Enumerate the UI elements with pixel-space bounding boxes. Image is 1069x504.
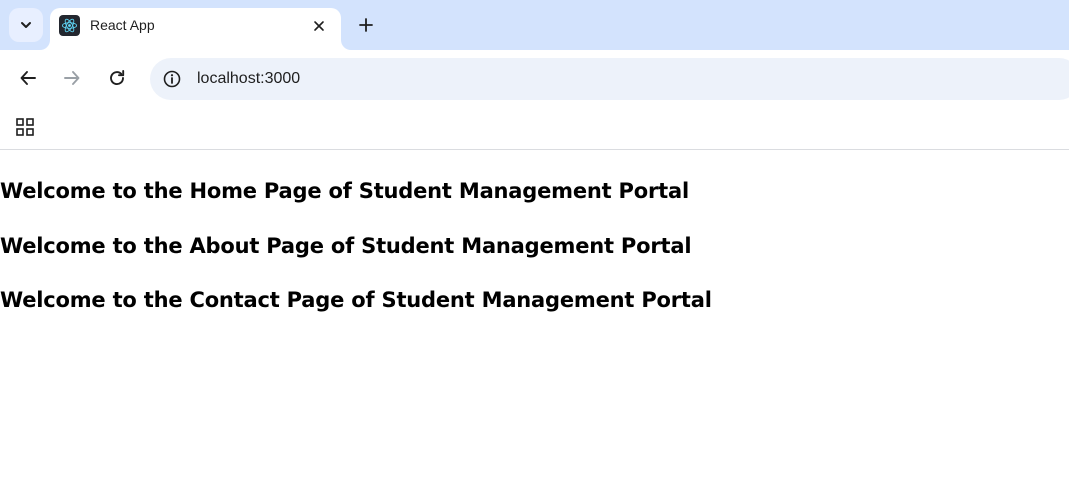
back-button[interactable] bbox=[12, 62, 44, 94]
reload-button[interactable] bbox=[101, 62, 133, 94]
info-icon bbox=[163, 70, 181, 88]
contact-heading: Welcome to the Contact Page of Student M… bbox=[0, 288, 712, 312]
arrow-right-icon bbox=[64, 71, 80, 85]
url-text: localhost:3000 bbox=[197, 70, 301, 87]
address-bar[interactable]: localhost:3000 bbox=[150, 58, 1069, 100]
tab-close-button[interactable] bbox=[309, 16, 329, 36]
bookmarks-bar bbox=[0, 106, 1069, 150]
tab-title: React App bbox=[90, 17, 155, 33]
plus-icon bbox=[359, 18, 373, 32]
browser-toolbar: localhost:3000 bbox=[0, 50, 1069, 106]
browser-tab[interactable]: React App bbox=[50, 8, 341, 50]
site-info-button[interactable] bbox=[158, 65, 186, 93]
home-heading: Welcome to the Home Page of Student Mana… bbox=[0, 179, 689, 203]
close-icon bbox=[314, 21, 324, 31]
reload-icon bbox=[110, 70, 125, 86]
new-tab-button[interactable] bbox=[353, 12, 379, 38]
page-content: Welcome to the Home Page of Student Mana… bbox=[0, 151, 1069, 504]
about-heading: Welcome to the About Page of Student Man… bbox=[0, 234, 692, 258]
tab-search-button[interactable] bbox=[9, 8, 43, 42]
forward-button[interactable] bbox=[56, 62, 88, 94]
react-logo-icon bbox=[59, 15, 80, 36]
chevron-down-icon bbox=[21, 22, 31, 28]
tab-strip: React App bbox=[0, 0, 1069, 50]
apps-grid-icon bbox=[16, 118, 34, 136]
arrow-left-icon bbox=[20, 71, 36, 85]
apps-button[interactable] bbox=[12, 114, 38, 140]
